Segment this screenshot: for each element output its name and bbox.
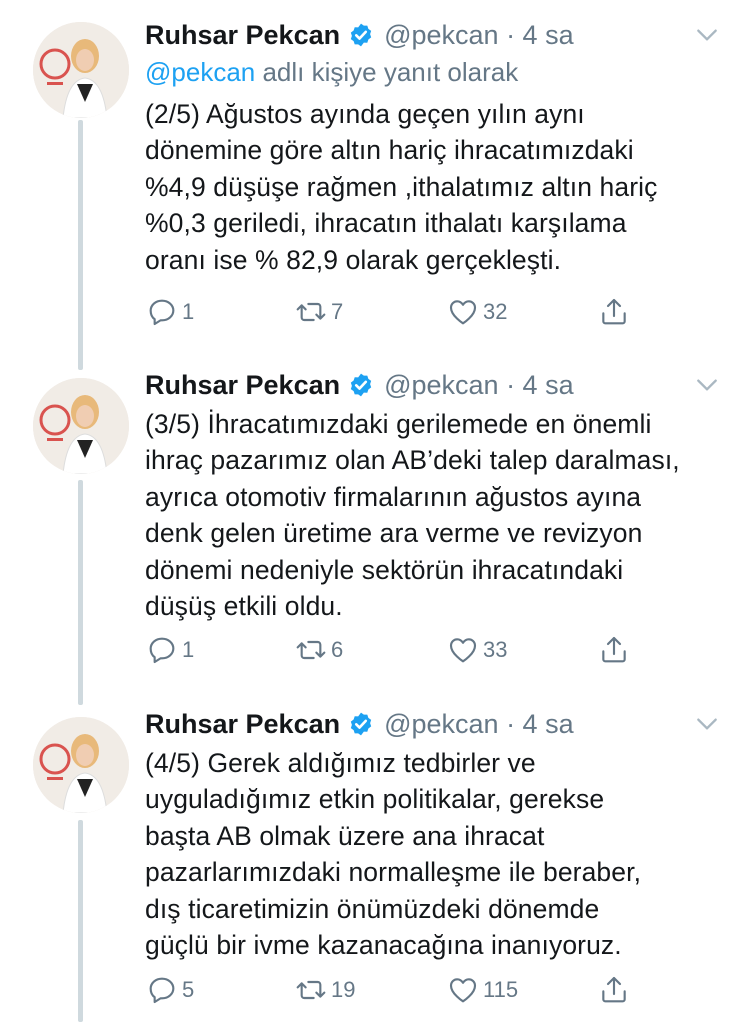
retweet-icon [296,302,326,322]
tweet[interactable]: Ruhsar Pekcan @pekcan · 4 sa @pekcan adl… [0,16,750,361]
like-count: 32 [483,299,508,324]
author-handle-time[interactable]: @pekcan · 4 sa [384,709,574,740]
chevron-down-icon[interactable] [694,372,720,398]
reply-context: @pekcan adlı kişiye yanıt olarak [145,54,730,90]
like-button[interactable]: 33 [447,634,507,666]
chevron-down-icon[interactable] [694,711,720,737]
reply-button[interactable]: 1 [146,634,194,666]
like-button[interactable]: 32 [447,296,507,328]
reply-icon [149,977,175,1004]
author-handle-time[interactable]: @pekcan · 4 sa [384,370,574,401]
heart-icon [449,300,477,325]
share-icon [602,636,626,663]
reply-count: 1 [182,299,195,324]
tweet[interactable]: Ruhsar Pekcan @pekcan · 4 sa (4/5) Gerek… [0,705,750,1022]
reply-count: 1 [182,637,195,662]
tweet[interactable]: Ruhsar Pekcan @pekcan · 4 sa (3/5) İhrac… [0,366,750,696]
author-name[interactable]: Ruhsar Pekcan [145,709,340,740]
reply-count: 5 [182,977,195,1002]
verified-badge-icon [350,712,372,736]
tweet-text: (2/5) Ağustos ayında geçen yılın aynı dö… [145,99,658,275]
reply-button[interactable]: 1 [146,296,194,328]
tweet-text: (3/5) İhracatımızdaki gerilemede en önem… [145,409,680,622]
retweet-button[interactable]: 7 [295,296,343,328]
author-name[interactable]: Ruhsar Pekcan [145,370,340,401]
like-count: 115 [483,977,519,1002]
reply-mention-link[interactable]: @pekcan [145,57,255,87]
share-icon [602,976,626,1003]
retweet-button[interactable]: 19 [295,974,355,1006]
like-button[interactable]: 115 [447,974,518,1006]
heart-icon [449,978,477,1003]
chevron-down-icon[interactable] [694,22,720,48]
author-handle-time[interactable]: @pekcan · 4 sa [384,20,574,51]
share-button[interactable] [598,634,630,666]
avatar[interactable] [33,717,129,813]
share-icon [602,298,626,325]
reply-context-label: adlı kişiye yanıt olarak [255,57,519,87]
retweet-icon [296,980,326,1000]
retweet-count: 19 [331,977,356,1002]
heart-icon [449,638,477,663]
retweet-button[interactable]: 6 [295,634,343,666]
share-button[interactable] [598,296,630,328]
retweet-count: 7 [331,299,344,324]
author-name[interactable]: Ruhsar Pekcan [145,20,340,51]
like-count: 33 [483,637,508,662]
verified-badge-icon [350,23,372,47]
retweet-count: 6 [331,637,344,662]
avatar[interactable] [33,22,129,118]
verified-badge-icon [350,373,372,397]
share-button[interactable] [598,974,630,1006]
tweet-text: (4/5) Gerek aldığımız tedbirler ve uygul… [145,748,642,961]
reply-icon [149,299,175,326]
retweet-icon [296,640,326,660]
avatar[interactable] [33,378,129,474]
reply-icon [149,637,175,664]
reply-button[interactable]: 5 [146,974,194,1006]
